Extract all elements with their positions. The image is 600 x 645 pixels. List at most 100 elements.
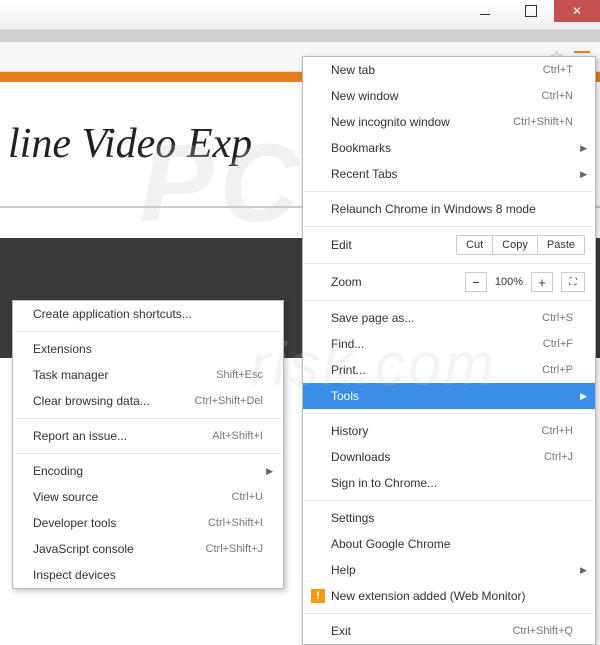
submenu-js-console[interactable]: JavaScript console Ctrl+Shift+J — [13, 536, 283, 562]
shortcut: Ctrl+Shift+Q — [512, 625, 573, 637]
shortcut: Ctrl+Shift+N — [513, 116, 573, 128]
label: Help — [331, 563, 356, 577]
separator — [15, 418, 281, 419]
menu-exit[interactable]: Exit Ctrl+Shift+Q — [303, 618, 595, 644]
chevron-right-icon: ▶ — [580, 391, 587, 402]
menu-bookmarks[interactable]: Bookmarks▶ — [303, 135, 595, 161]
window-titlebar — [0, 0, 600, 30]
menu-history[interactable]: History Ctrl+H — [303, 418, 595, 444]
menu-new-window[interactable]: New window Ctrl+N — [303, 83, 595, 109]
copy-button[interactable]: Copy — [493, 236, 538, 254]
menu-relaunch-win8[interactable]: Relaunch Chrome in Windows 8 mode — [303, 196, 595, 222]
label: New window — [331, 89, 398, 103]
menu-save-page[interactable]: Save page as... Ctrl+S — [303, 305, 595, 331]
label: New incognito window — [331, 115, 450, 129]
shortcut: Ctrl+J — [544, 451, 573, 463]
separator — [305, 300, 593, 301]
shortcut: Ctrl+Shift+Del — [195, 395, 263, 407]
tools-submenu: Create application shortcuts... Extensio… — [12, 300, 284, 589]
label: Find... — [331, 337, 364, 351]
shortcut: Ctrl+S — [542, 312, 573, 324]
menu-about[interactable]: About Google Chrome — [303, 531, 595, 557]
submenu-inspect-devices[interactable]: Inspect devices — [13, 562, 283, 588]
shortcut: Ctrl+N — [542, 90, 573, 102]
separator — [305, 191, 593, 192]
menu-new-extension[interactable]: !New extension added (Web Monitor) — [303, 583, 595, 609]
label: Extensions — [33, 342, 92, 356]
separator — [305, 263, 593, 264]
label: Clear browsing data... — [33, 394, 150, 408]
label: New tab — [331, 63, 375, 77]
shortcut: Ctrl+P — [542, 364, 573, 376]
submenu-report-issue[interactable]: Report an issue... Alt+Shift+I — [13, 423, 283, 449]
menu-new-incognito[interactable]: New incognito window Ctrl+Shift+N — [303, 109, 595, 135]
label: JavaScript console — [33, 542, 134, 556]
shortcut: Ctrl+F — [543, 338, 573, 350]
submenu-extensions[interactable]: Extensions — [13, 336, 283, 362]
menu-help[interactable]: Help▶ — [303, 557, 595, 583]
label: Tools — [331, 389, 359, 403]
label: Settings — [331, 511, 374, 525]
zoom-value: 100% — [489, 276, 529, 288]
label: About Google Chrome — [331, 537, 450, 551]
label: Zoom — [331, 275, 362, 289]
zoom-in-button[interactable]: + — [531, 272, 553, 292]
chevron-right-icon: ▶ — [266, 466, 273, 477]
menu-tools[interactable]: Tools ▶ — [303, 383, 595, 409]
cut-button[interactable]: Cut — [457, 236, 493, 254]
label: Bookmarks — [331, 141, 391, 155]
separator — [305, 500, 593, 501]
menu-settings[interactable]: Settings — [303, 505, 595, 531]
label: Recent Tabs — [331, 167, 398, 181]
fullscreen-button[interactable]: ⛶ — [561, 272, 585, 292]
submenu-clear-data[interactable]: Clear browsing data... Ctrl+Shift+Del — [13, 388, 283, 414]
label: History — [331, 424, 368, 438]
submenu-dev-tools[interactable]: Developer toolsCtrl+Shift+I — [13, 510, 283, 536]
submenu-encoding[interactable]: Encoding▶ — [13, 458, 283, 484]
label: Create application shortcuts... — [33, 307, 192, 321]
label: Developer tools — [33, 516, 116, 530]
chrome-main-menu: New tabCtrl+T New window Ctrl+N New incog… — [302, 56, 596, 645]
zoom-controls: − 100% + ⛶ — [465, 272, 585, 292]
separator — [305, 613, 593, 614]
shortcut: Ctrl+H — [542, 425, 573, 437]
label: Task manager — [33, 368, 108, 382]
label: Downloads — [331, 450, 390, 464]
tab-strip[interactable] — [0, 30, 600, 42]
menu-print[interactable]: Print... Ctrl+P — [303, 357, 595, 383]
shortcut: Alt+Shift+I — [212, 430, 263, 442]
separator — [15, 331, 281, 332]
paste-button[interactable]: Paste — [538, 236, 584, 254]
separator — [15, 453, 281, 454]
label: New extension added (Web Monitor) — [331, 589, 526, 603]
label: Print... — [331, 363, 366, 377]
label: Relaunch Chrome in Windows 8 mode — [331, 202, 536, 216]
separator — [305, 413, 593, 414]
submenu-create-shortcuts[interactable]: Create application shortcuts... — [13, 301, 283, 327]
label: Save page as... — [331, 311, 414, 325]
shortcut: Ctrl+Shift+J — [206, 543, 263, 555]
submenu-task-manager[interactable]: Task manager Shift+Esc — [13, 362, 283, 388]
menu-recent-tabs[interactable]: Recent Tabs ▶ — [303, 161, 595, 187]
label: Edit — [331, 238, 352, 252]
label: View source — [33, 490, 98, 504]
label: Inspect devices — [33, 568, 116, 582]
minimize-button[interactable] — [462, 0, 508, 22]
zoom-out-button[interactable]: − — [465, 272, 487, 292]
label: Exit — [331, 624, 351, 638]
chevron-right-icon: ▶ — [580, 169, 587, 180]
submenu-view-source[interactable]: View source Ctrl+U — [13, 484, 283, 510]
menu-new-tab[interactable]: New tabCtrl+T — [303, 57, 595, 83]
label: Sign in to Chrome... — [331, 476, 437, 490]
label: Report an issue... — [33, 429, 127, 443]
menu-zoom-row: Zoom − 100% + ⛶ — [303, 268, 595, 296]
shortcut: Shift+Esc — [216, 369, 263, 381]
maximize-button[interactable] — [508, 0, 554, 22]
menu-find[interactable]: Find... Ctrl+F — [303, 331, 595, 357]
edit-button-group: Cut Copy Paste — [456, 235, 585, 255]
close-button[interactable] — [554, 0, 600, 22]
shortcut: Ctrl+U — [232, 491, 263, 503]
menu-sign-in[interactable]: Sign in to Chrome... — [303, 470, 595, 496]
menu-edit-row: Edit Cut Copy Paste — [303, 231, 595, 259]
menu-downloads[interactable]: Downloads Ctrl+J — [303, 444, 595, 470]
